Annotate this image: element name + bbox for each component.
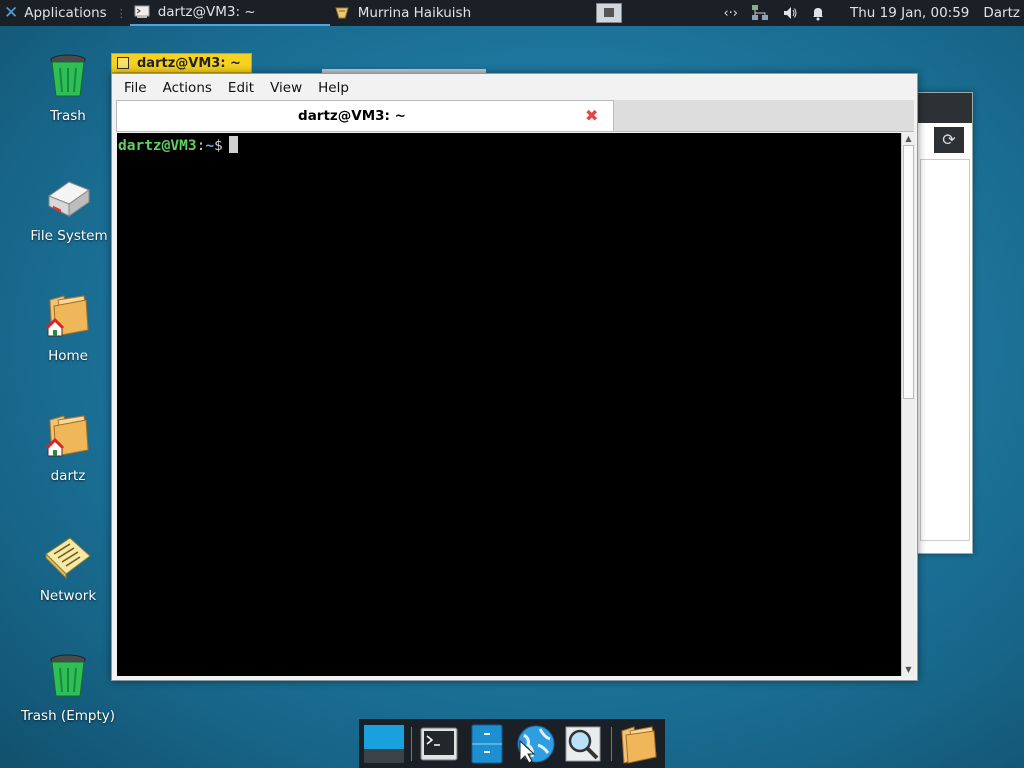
- background-window-content: [920, 159, 970, 541]
- xfce-logo-icon: ✕: [4, 3, 19, 23]
- desktop-icon-trash[interactable]: Trash: [18, 52, 118, 124]
- text-cursor: [228, 136, 238, 153]
- clock[interactable]: Thu 19 Jan, 00:59: [850, 5, 969, 21]
- desktop-icon-home[interactable]: Home: [18, 292, 118, 364]
- applications-menu[interactable]: ✕ Applications: [0, 0, 113, 26]
- scroll-down-icon[interactable]: ▼: [902, 664, 915, 676]
- notification-bell-icon[interactable]: [810, 5, 826, 21]
- terminal-icon: [134, 5, 150, 18]
- dock-separator: [411, 727, 412, 761]
- terminal-icon[interactable]: [418, 723, 460, 765]
- task-theme[interactable]: Murrina Haikuish: [330, 0, 600, 26]
- tab-terminal[interactable]: dartz@VM3: ~ ✖: [116, 100, 614, 131]
- user-menu[interactable]: Dartz: [983, 5, 1020, 21]
- terminal-window[interactable]: File Actions Edit View Help dartz@VM3: ~…: [111, 73, 918, 681]
- scrollbar-thumb[interactable]: [903, 145, 914, 399]
- network-icon[interactable]: [750, 4, 770, 22]
- close-tab-icon[interactable]: ✖: [585, 106, 598, 125]
- network-arrows-icon[interactable]: ‹·›: [723, 6, 738, 21]
- prompt-path: ~: [205, 138, 215, 154]
- terminal-scrollbar[interactable]: ▲ ▼: [901, 133, 915, 676]
- scroll-up-icon[interactable]: ▲: [902, 133, 915, 145]
- file-manager-icon[interactable]: [466, 723, 508, 765]
- drive-icon: [47, 181, 91, 217]
- tab-title: dartz@VM3: ~: [298, 108, 406, 124]
- applications-label: Applications: [24, 5, 107, 21]
- menu-file[interactable]: File: [124, 80, 147, 96]
- menu-actions[interactable]: Actions: [163, 80, 212, 96]
- desktop-icon-trash-empty[interactable]: Trash (Empty): [18, 652, 118, 724]
- prompt-user: dartz@VM3: [118, 138, 197, 154]
- panel-grip-icon: ⋮: [115, 6, 127, 20]
- top-panel: ✕ Applications ⋮ dartz@VM3: ~ Murrina Ha…: [0, 0, 1024, 26]
- dock-separator: [611, 727, 612, 761]
- trash-icon: [50, 54, 86, 97]
- task-label: Murrina Haikuish: [357, 5, 472, 21]
- reload-icon[interactable]: ⟳: [934, 127, 964, 153]
- show-desktop-icon[interactable]: [363, 723, 405, 765]
- theme-icon: [335, 7, 349, 19]
- dock: [359, 719, 665, 768]
- window-menu-icon[interactable]: [117, 57, 129, 69]
- task-terminal[interactable]: dartz@VM3: ~: [129, 0, 330, 26]
- home-folder-icon: [45, 295, 89, 337]
- trash-icon: [50, 654, 86, 697]
- network-folder-icon: [45, 537, 91, 580]
- shell-prompt: dartz@VM3:~$: [118, 136, 238, 154]
- tab-bar: dartz@VM3: ~ ✖: [116, 100, 914, 132]
- terminal-output[interactable]: dartz@VM3:~$: [117, 133, 901, 676]
- desktop-icon-label: Home: [48, 348, 88, 364]
- menu-help[interactable]: Help: [318, 80, 349, 96]
- desktop-icon-label: dartz: [50, 468, 86, 484]
- desktop-icon-label: Trash: [50, 108, 86, 124]
- desktop-icon-label: Network: [39, 588, 97, 604]
- desktop-icon-network[interactable]: Network: [18, 532, 118, 604]
- menu-edit[interactable]: Edit: [228, 80, 254, 96]
- prompt-symbol: $: [214, 138, 223, 154]
- menu-view[interactable]: View: [270, 80, 302, 96]
- system-tray: ‹·› Thu 19 Jan, 00:59 Dartz: [717, 0, 1024, 26]
- window-title: dartz@VM3: ~: [137, 55, 241, 71]
- menu-bar: File Actions Edit View Help: [116, 77, 357, 99]
- desktop-icon-file-system[interactable]: File System: [19, 172, 119, 244]
- window-title-tab[interactable]: dartz@VM3: ~: [111, 53, 252, 73]
- desktop-icon-label: File System: [30, 228, 108, 244]
- task-label: dartz@VM3: ~: [157, 4, 256, 20]
- desktop-icon-dartz[interactable]: dartz: [18, 412, 118, 484]
- desktop-icon-label: Trash (Empty): [20, 708, 116, 724]
- volume-icon[interactable]: [782, 5, 798, 21]
- web-browser-icon[interactable]: [514, 723, 556, 765]
- folder-icon[interactable]: [618, 723, 660, 765]
- search-icon[interactable]: [562, 723, 604, 765]
- home-folder-icon: [45, 415, 89, 457]
- prompt-separator: :: [196, 138, 206, 154]
- workspace-switcher[interactable]: [596, 3, 622, 23]
